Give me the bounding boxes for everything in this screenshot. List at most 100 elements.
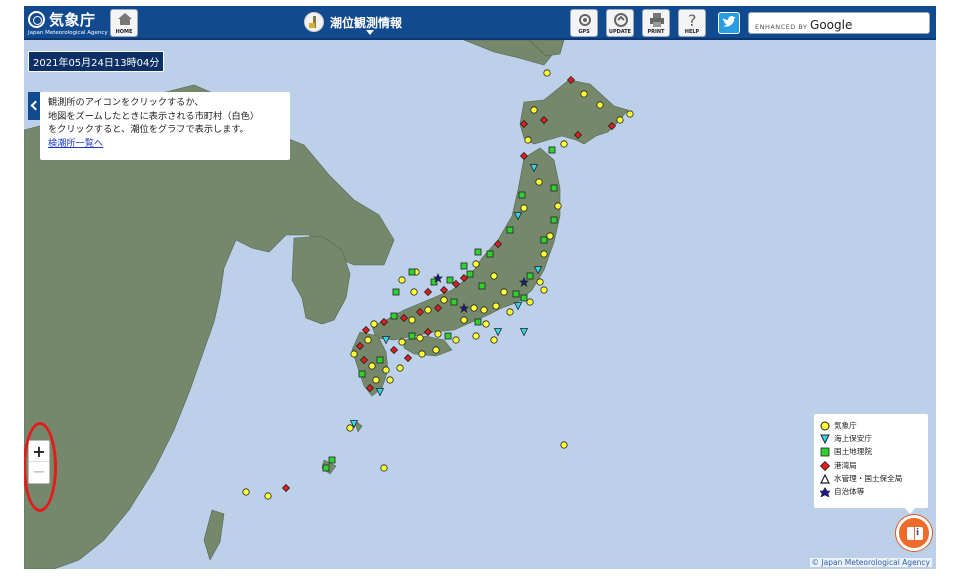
station-marker-circle[interactable] <box>616 116 624 124</box>
title-menu[interactable]: 潮位観測情報 <box>304 6 414 40</box>
help-button[interactable]: ? HELP <box>678 9 706 37</box>
station-marker-circle[interactable] <box>526 298 534 306</box>
station-marker-square[interactable] <box>450 298 458 306</box>
station-marker-square[interactable] <box>446 276 454 284</box>
station-marker-square[interactable] <box>358 370 366 378</box>
station-marker-triangle-down[interactable] <box>493 328 503 337</box>
station-marker-circle[interactable] <box>524 136 532 144</box>
station-marker-square[interactable] <box>474 248 482 256</box>
print-button[interactable]: PRINT <box>642 9 670 37</box>
station-marker-square[interactable] <box>478 282 486 290</box>
station-marker-square[interactable] <box>520 294 528 302</box>
station-marker-square[interactable] <box>540 236 548 244</box>
station-marker-circle[interactable] <box>596 101 604 109</box>
station-marker-circle[interactable] <box>543 69 551 77</box>
station-marker-square[interactable] <box>390 312 398 320</box>
station-marker-circle[interactable] <box>424 306 432 314</box>
station-marker-square[interactable] <box>444 332 452 340</box>
station-marker-circle[interactable] <box>482 320 490 328</box>
station-marker-square[interactable] <box>408 332 416 340</box>
station-marker-circle[interactable] <box>372 376 380 384</box>
station-marker-square[interactable] <box>328 456 336 464</box>
gps-button[interactable]: GPS <box>570 9 598 37</box>
legend-toggle-button[interactable] <box>896 515 932 551</box>
station-marker-circle[interactable] <box>472 332 480 340</box>
station-marker-triangle-down[interactable] <box>381 336 391 345</box>
station-marker-diamond[interactable] <box>389 345 399 355</box>
station-marker-circle[interactable] <box>440 296 448 304</box>
station-marker-square[interactable] <box>550 216 558 224</box>
station-marker-square[interactable] <box>512 290 520 298</box>
station-marker-circle[interactable] <box>490 272 498 280</box>
station-marker-circle[interactable] <box>540 286 548 294</box>
station-marker-circle[interactable] <box>530 106 538 114</box>
station-marker-circle[interactable] <box>452 336 460 344</box>
station-marker-circle[interactable] <box>560 441 568 449</box>
station-marker-triangle-down[interactable] <box>519 328 529 337</box>
station-marker-square[interactable] <box>526 272 534 280</box>
station-marker-circle[interactable] <box>398 276 406 284</box>
jma-logo[interactable]: 気象庁 Japan Meteorological Agency <box>28 9 108 37</box>
station-marker-square[interactable] <box>506 226 514 234</box>
station-marker-diamond[interactable] <box>403 353 413 363</box>
station-marker-triangle-down[interactable] <box>375 388 385 397</box>
station-marker-circle[interactable] <box>350 350 358 358</box>
station-marker-circle[interactable] <box>536 278 544 286</box>
station-marker-square[interactable] <box>518 191 526 199</box>
station-marker-circle[interactable] <box>434 330 442 338</box>
station-marker-square[interactable] <box>460 262 468 270</box>
station-marker-circle[interactable] <box>480 306 488 314</box>
station-marker-circle[interactable] <box>492 302 500 310</box>
station-marker-circle[interactable] <box>460 316 468 324</box>
station-marker-circle[interactable] <box>382 366 390 374</box>
station-marker-circle[interactable] <box>264 492 272 500</box>
station-marker-square[interactable] <box>486 250 494 258</box>
station-marker-diamond[interactable] <box>423 287 433 297</box>
station-marker-circle[interactable] <box>520 204 528 212</box>
station-marker-diamond[interactable] <box>361 325 371 335</box>
station-marker-circle[interactable] <box>386 376 394 384</box>
station-marker-square[interactable] <box>548 146 556 154</box>
station-marker-circle[interactable] <box>470 304 478 312</box>
station-marker-square[interactable] <box>466 270 474 278</box>
station-marker-circle[interactable] <box>540 250 548 258</box>
station-marker-circle[interactable] <box>346 424 354 432</box>
station-marker-triangle-down[interactable] <box>513 302 523 311</box>
station-marker-circle[interactable] <box>408 316 416 324</box>
station-marker-square[interactable] <box>322 464 330 472</box>
station-marker-circle[interactable] <box>396 364 404 372</box>
update-button[interactable]: UPDATE <box>606 9 634 37</box>
station-marker-circle[interactable] <box>418 350 426 358</box>
station-marker-circle[interactable] <box>626 110 634 118</box>
station-marker-circle[interactable] <box>368 362 376 370</box>
station-marker-circle[interactable] <box>546 232 554 240</box>
station-marker-circle[interactable] <box>432 346 440 354</box>
station-marker-circle[interactable] <box>506 308 514 316</box>
station-marker-circle[interactable] <box>416 334 424 342</box>
home-button[interactable]: HOME <box>110 9 138 37</box>
station-marker-square[interactable] <box>376 356 384 364</box>
station-marker-circle[interactable] <box>398 338 406 346</box>
station-marker-circle[interactable] <box>380 464 388 472</box>
station-marker-square[interactable] <box>392 288 400 296</box>
station-list-link[interactable]: 検潮所一覧へ <box>48 138 103 149</box>
station-marker-square[interactable] <box>408 268 416 276</box>
station-marker-circle[interactable] <box>364 336 372 344</box>
station-marker-diamond[interactable] <box>281 483 291 493</box>
station-marker-circle[interactable] <box>370 320 378 328</box>
station-marker-circle[interactable] <box>554 202 562 210</box>
collapse-panel-button[interactable] <box>28 92 40 120</box>
svg-text:?: ? <box>688 12 697 28</box>
station-marker-circle[interactable] <box>410 288 418 296</box>
station-marker-circle[interactable] <box>560 140 568 148</box>
station-marker-square[interactable] <box>474 318 482 326</box>
station-marker-circle[interactable] <box>490 336 498 344</box>
station-marker-circle[interactable] <box>472 260 480 268</box>
station-marker-circle[interactable] <box>535 178 543 186</box>
station-marker-circle[interactable] <box>580 90 588 98</box>
twitter-button[interactable] <box>718 12 740 34</box>
station-marker-square[interactable] <box>550 184 558 192</box>
station-marker-circle[interactable] <box>500 288 508 296</box>
station-marker-circle[interactable] <box>242 488 250 496</box>
site-search-input[interactable]: ENHANCED BY Google <box>748 12 930 34</box>
